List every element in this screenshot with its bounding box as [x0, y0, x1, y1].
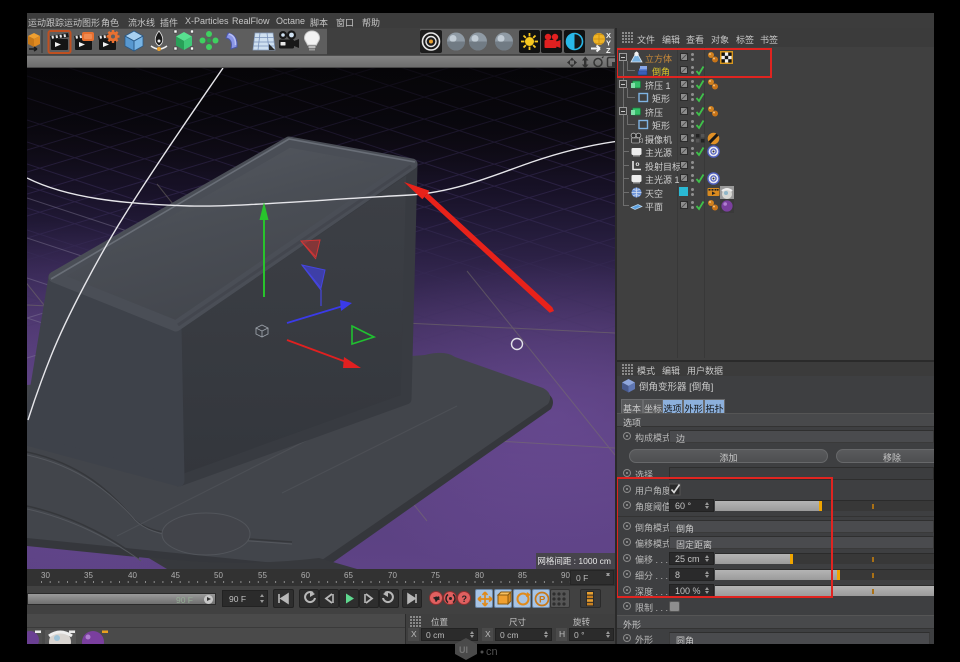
- svg-text:o: o: [636, 161, 640, 168]
- svg-text:Z: Z: [606, 46, 611, 55]
- svg-text:cn: cn: [486, 646, 498, 658]
- svg-text:P: P: [539, 595, 546, 606]
- svg-text:网格间距 : 1000 cm: 网格间距 : 1000 cm: [537, 556, 611, 566]
- svg-text:?: ?: [462, 594, 468, 604]
- svg-text:UI: UI: [459, 645, 468, 655]
